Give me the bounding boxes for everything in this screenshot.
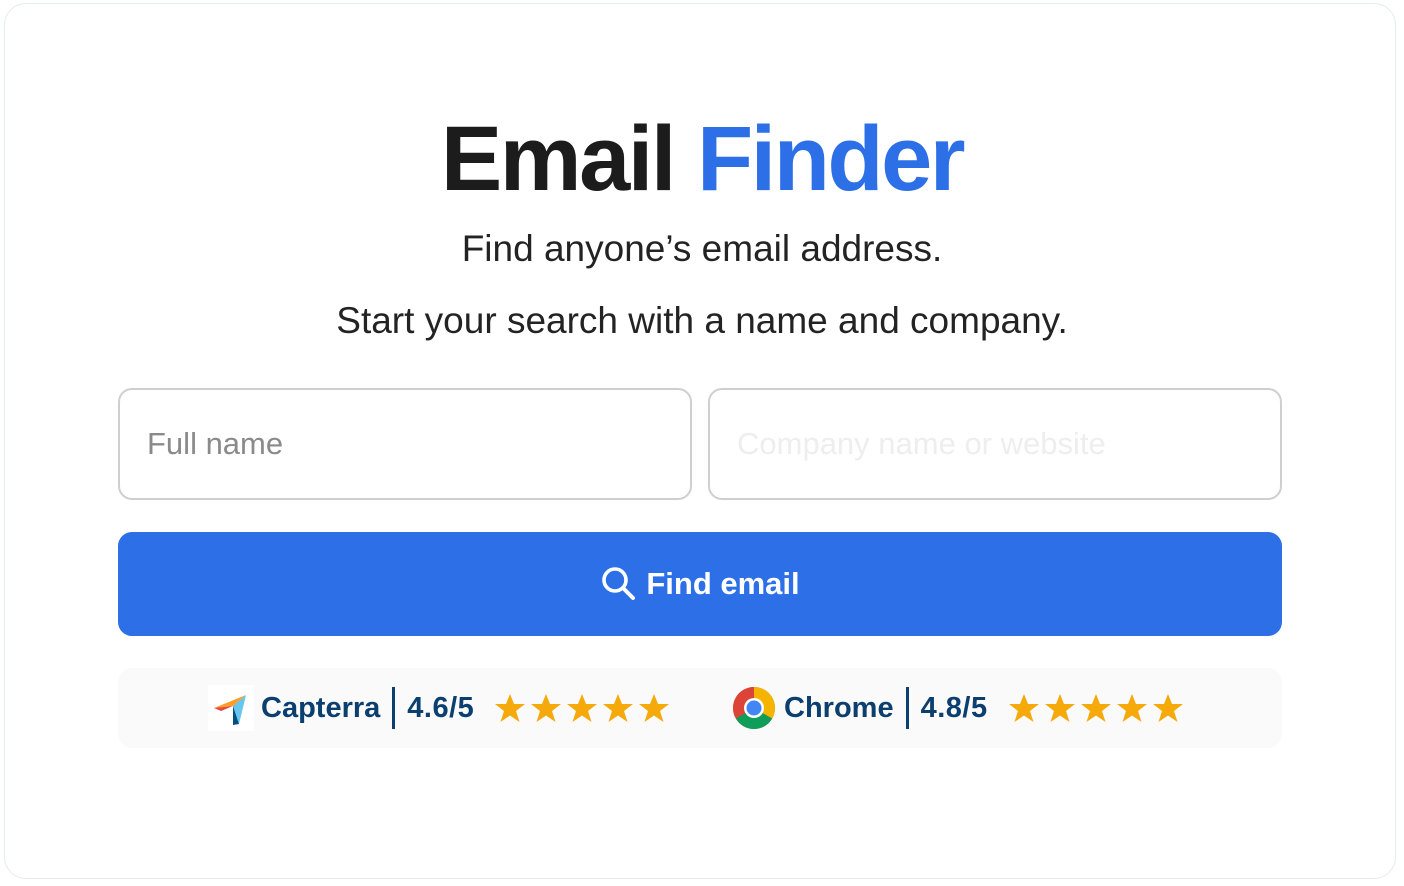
search-icon bbox=[602, 567, 636, 600]
star-icon bbox=[495, 694, 526, 722]
star-icon bbox=[1008, 694, 1039, 722]
rating-divider bbox=[905, 687, 909, 729]
chrome-logo bbox=[732, 687, 776, 730]
star-icon bbox=[567, 694, 598, 722]
star-icon bbox=[1152, 694, 1183, 722]
title-main: Email bbox=[440, 108, 676, 210]
title-accent: Finder bbox=[696, 108, 966, 210]
subtitle-primary: Find anyone’s email address. bbox=[461, 228, 943, 269]
capterra-logo bbox=[208, 685, 254, 731]
rating-divider bbox=[392, 687, 396, 729]
chrome-score: 4.8/5 bbox=[920, 691, 988, 724]
company-input[interactable] bbox=[708, 388, 1282, 500]
subtitle-secondary: Start your search with a name and compan… bbox=[336, 300, 1068, 341]
find-email-label: Find email bbox=[646, 566, 800, 601]
star-icon bbox=[531, 694, 562, 722]
page-title: Email Finder bbox=[0, 104, 1404, 214]
rating-chrome: Chrome 4.8/5 bbox=[731, 668, 1184, 748]
ratings-bar: Capterra 4.6/5 Chrome 4.8/5 bbox=[118, 668, 1282, 748]
rating-capterra: Capterra 4.6/5 bbox=[208, 668, 670, 748]
star-icon bbox=[1080, 694, 1111, 722]
capterra-name: Capterra bbox=[261, 691, 381, 724]
find-email-button[interactable]: Find email bbox=[118, 532, 1282, 636]
chrome-name: Chrome bbox=[784, 691, 894, 724]
full-name-input[interactable] bbox=[118, 388, 692, 500]
star-icon bbox=[639, 694, 670, 722]
star-icon bbox=[1116, 694, 1147, 722]
capterra-score: 4.6/5 bbox=[407, 691, 475, 724]
capterra-stars bbox=[494, 692, 670, 724]
star-icon bbox=[1044, 694, 1075, 722]
chrome-stars bbox=[1008, 692, 1184, 724]
star-icon bbox=[603, 694, 634, 722]
